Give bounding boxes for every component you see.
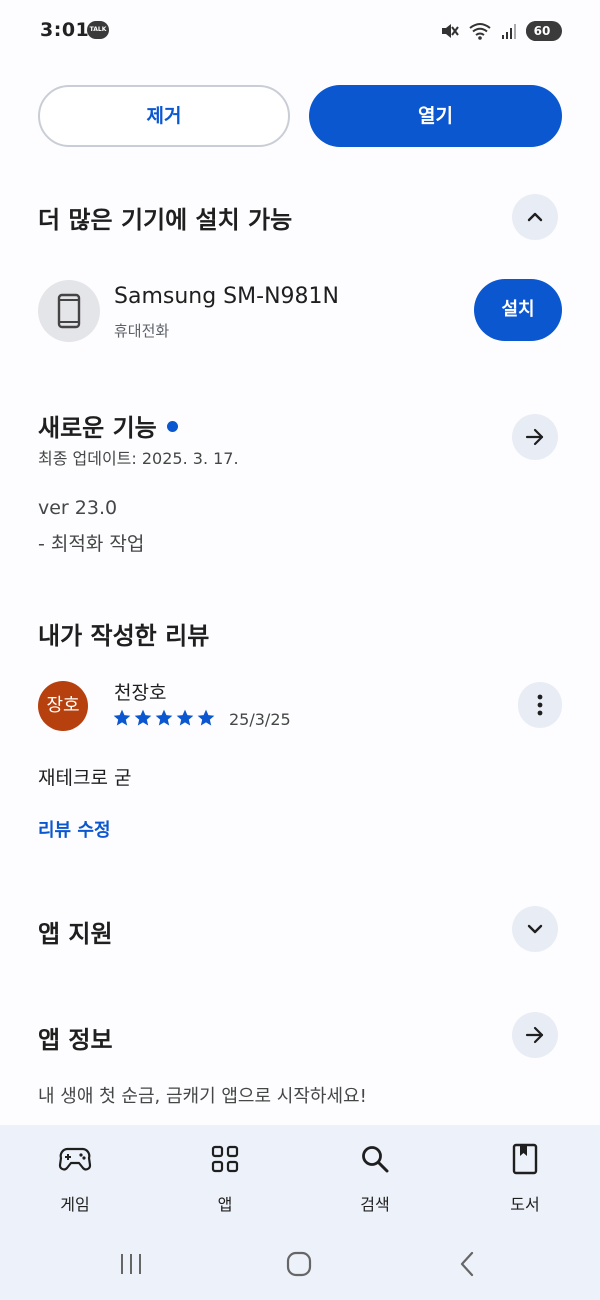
search-icon — [355, 1141, 395, 1177]
device-name: Samsung SM-N981N — [114, 284, 339, 309]
star-rating — [112, 706, 216, 732]
release-notes: - 최적화 작업 — [38, 533, 145, 555]
app-details-screen: 3:01 TALK 60 제거 열기 더 많은 기기에 설치 가능 Samsun… — [0, 0, 600, 1300]
whats-new-title-text: 새로운 기능 — [38, 414, 157, 442]
smartphone-icon — [57, 293, 81, 329]
home-button[interactable] — [277, 1247, 321, 1281]
app-info-arrow-button[interactable] — [512, 1012, 558, 1058]
review-date: 25/3/25 — [229, 710, 291, 729]
version-text: ver 23.0 — [38, 497, 118, 519]
mute-icon — [442, 24, 459, 38]
remove-button[interactable]: 제거 — [38, 85, 290, 147]
battery-icon: 60 — [526, 21, 562, 41]
star-icon — [113, 709, 131, 726]
arrow-right-icon — [525, 1026, 544, 1044]
my-review-title: 내가 작성한 리뷰 — [38, 622, 210, 650]
open-button[interactable]: 열기 — [309, 85, 562, 147]
more-devices-title: 더 많은 기기에 설치 가능 — [38, 206, 293, 234]
star-icon — [155, 709, 173, 726]
chevron-up-icon — [527, 212, 543, 222]
collapse-devices-button[interactable] — [512, 194, 558, 240]
nav-item-games[interactable]: 게임 — [0, 1125, 150, 1235]
back-button[interactable] — [445, 1247, 489, 1281]
status-time: 3:01 — [40, 19, 90, 41]
back-icon — [460, 1251, 474, 1277]
review-more-button[interactable] — [518, 682, 562, 728]
app-support-title: 앱 지원 — [38, 920, 113, 948]
nav-label-games: 게임 — [60, 1195, 90, 1214]
whats-new-arrow-button[interactable] — [512, 414, 558, 460]
review-text: 재테크로 굳 — [38, 767, 132, 789]
star-icon — [134, 709, 152, 726]
status-bar: 3:01 TALK 60 — [0, 0, 600, 60]
nav-item-apps[interactable]: 앱 — [150, 1125, 300, 1235]
home-icon — [286, 1251, 312, 1277]
book-icon — [505, 1141, 545, 1177]
avatar: 장호 — [38, 681, 88, 731]
battery-percent: 60 — [533, 24, 551, 38]
bottom-nav: 게임 앱 검색 도서 — [0, 1125, 600, 1235]
status-icons: 60 — [439, 19, 562, 43]
talk-badge-label: TALK — [89, 26, 107, 33]
reviewer-name: 천장호 — [114, 682, 167, 704]
expand-app-support-button[interactable] — [512, 906, 558, 952]
system-nav-bar — [0, 1235, 600, 1300]
recent-apps-button[interactable] — [109, 1247, 153, 1281]
new-indicator-dot — [166, 420, 178, 432]
apps-grid-icon — [205, 1141, 245, 1177]
nav-item-search[interactable]: 검색 — [300, 1125, 450, 1235]
recent-apps-icon — [121, 1254, 141, 1274]
star-icon — [197, 709, 215, 726]
more-vert-icon — [537, 694, 543, 716]
app-description: 내 생애 첫 순금, 금캐기 앱으로 시작하세요! — [38, 1086, 367, 1107]
arrow-right-icon — [525, 428, 544, 446]
chevron-down-icon — [527, 924, 543, 934]
nav-item-books[interactable]: 도서 — [450, 1125, 600, 1235]
app-info-title: 앱 정보 — [38, 1026, 113, 1054]
gamepad-icon — [55, 1141, 95, 1177]
device-avatar — [38, 280, 100, 342]
nav-label-books: 도서 — [510, 1195, 540, 1214]
last-updated: 최종 업데이트: 2025. 3. 17. — [38, 449, 239, 468]
install-button[interactable]: 설치 — [474, 279, 562, 341]
wifi-icon — [469, 23, 491, 40]
whats-new-title: 새로운 기능 — [38, 408, 178, 443]
star-icon — [176, 709, 194, 726]
device-type: 휴대전화 — [114, 322, 170, 340]
signal-icon — [502, 24, 516, 39]
nav-label-apps: 앱 — [217, 1195, 233, 1214]
talk-notification-icon: TALK — [87, 21, 109, 39]
nav-label-search: 검색 — [360, 1195, 390, 1214]
edit-review-link[interactable]: 리뷰 수정 — [38, 816, 111, 842]
